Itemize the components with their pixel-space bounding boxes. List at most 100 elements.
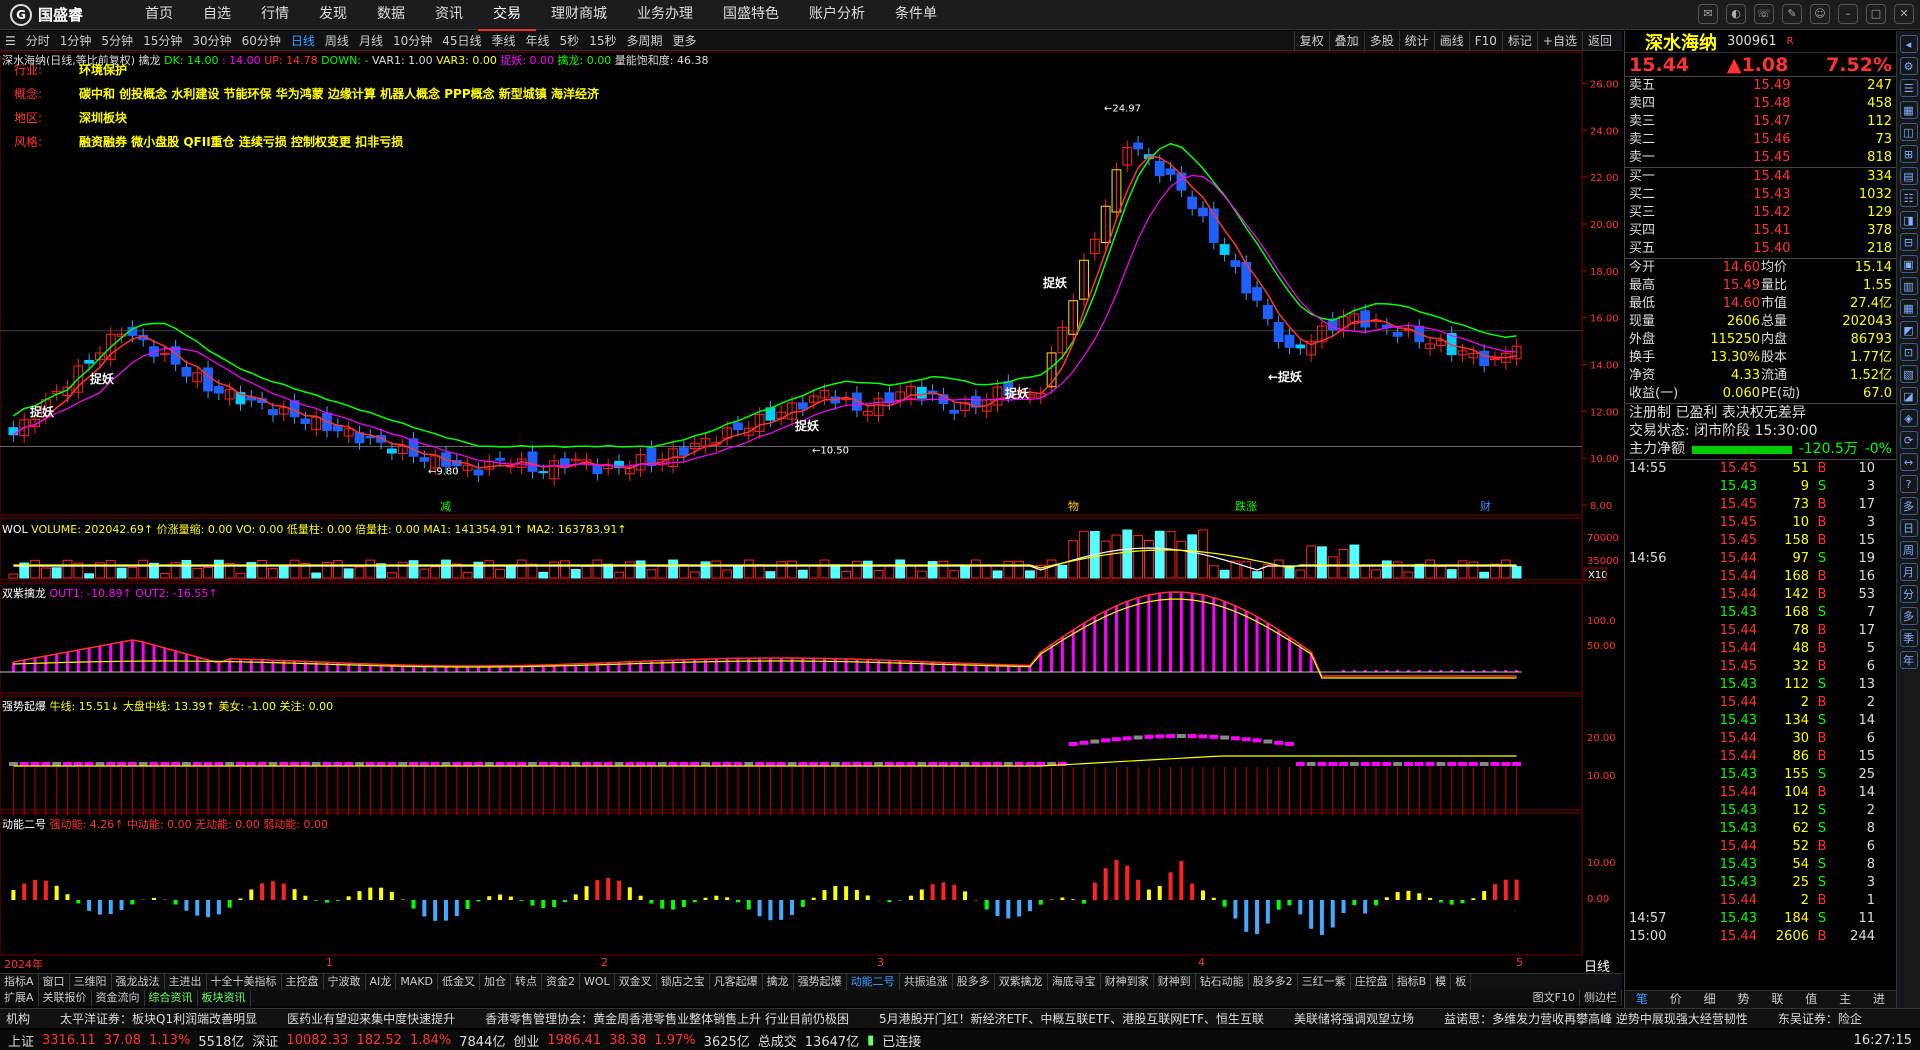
tool-5[interactable]: F10 bbox=[1468, 31, 1502, 51]
sz-index[interactable]: 10082.33 bbox=[286, 1033, 348, 1048]
sh-index[interactable]: 3316.11 bbox=[42, 1033, 96, 1048]
vtool-icon-25[interactable]: 分 bbox=[1899, 585, 1918, 603]
tick-tab-6[interactable]: 主 bbox=[1828, 991, 1862, 1008]
indicator-tab-3[interactable]: 强龙战法 bbox=[112, 974, 165, 990]
vtool-icon-19[interactable]: ↔ bbox=[1899, 453, 1918, 471]
indicator-tab-9[interactable]: MAKD bbox=[396, 974, 439, 990]
vtool-icon-27[interactable]: 季 bbox=[1899, 629, 1918, 647]
tool-6[interactable]: 标记 bbox=[1501, 31, 1537, 51]
indicator-tab-31[interactable]: 指标B bbox=[1393, 974, 1432, 990]
period-7[interactable]: 周线 bbox=[320, 32, 354, 49]
indicator-tab-6[interactable]: 主控盘 bbox=[282, 974, 324, 990]
asks-row[interactable]: 卖五 15.49 247 bbox=[1625, 77, 1896, 95]
message-icon[interactable]: ✉ bbox=[1698, 4, 1718, 24]
bids-row[interactable]: 买一 15.44 334 bbox=[1625, 168, 1896, 186]
indicator-tab-20[interactable]: 动能二号 bbox=[847, 974, 900, 990]
vtool-icon-2[interactable]: ☰ bbox=[1899, 79, 1918, 97]
indicator-tab-15[interactable]: 双金叉 bbox=[615, 974, 657, 990]
vtool-icon-3[interactable]: ▦ bbox=[1899, 101, 1918, 119]
asks-row[interactable]: 卖三 15.47 112 bbox=[1625, 113, 1896, 131]
menu-item-0[interactable]: 首页 bbox=[130, 0, 188, 31]
vtool-icon-26[interactable]: 多 bbox=[1899, 607, 1918, 625]
tool-1[interactable]: 叠加 bbox=[1328, 31, 1364, 51]
period-15[interactable]: 多周期 bbox=[621, 32, 667, 49]
tick-tab-2[interactable]: 细 bbox=[1693, 991, 1727, 1008]
menu-item-7[interactable]: 理财商城 bbox=[536, 0, 622, 31]
indicator-tab-5[interactable]: 十全十美指标 bbox=[207, 974, 282, 990]
vtool-icon-8[interactable]: ◨ bbox=[1899, 211, 1918, 229]
menu-item-11[interactable]: 条件单 bbox=[880, 0, 952, 31]
period-16[interactable]: 更多 bbox=[667, 32, 701, 49]
indicator-tab-18[interactable]: 擒龙 bbox=[763, 974, 794, 990]
tool-0[interactable]: 复权 bbox=[1293, 31, 1329, 51]
vtool-icon-20[interactable]: ? bbox=[1899, 475, 1918, 493]
menu-item-3[interactable]: 发现 bbox=[304, 0, 362, 31]
period-3[interactable]: 15分钟 bbox=[138, 32, 187, 49]
ext-tab-1[interactable]: 关联报价 bbox=[39, 990, 92, 1006]
period-1[interactable]: 1分钟 bbox=[55, 32, 97, 49]
ext-tab-2[interactable]: 资金流向 bbox=[92, 990, 145, 1006]
indicator-tab-29[interactable]: 三红一紫 bbox=[1298, 974, 1351, 990]
vtool-icon-11[interactable]: ▥ bbox=[1899, 277, 1918, 295]
app-logo[interactable]: G 国盛睿 bbox=[0, 3, 130, 26]
indicator-tab-23[interactable]: 双紫擒龙 bbox=[995, 974, 1048, 990]
ext-tab-4[interactable]: 板块资讯 bbox=[198, 990, 251, 1006]
period-12[interactable]: 年线 bbox=[521, 32, 555, 49]
news-item-7[interactable]: 东吴证券：险企 bbox=[1778, 1010, 1862, 1027]
phone-icon[interactable]: ☏ bbox=[1754, 4, 1774, 24]
indicator-tab-2[interactable]: 三维阳 bbox=[70, 974, 112, 990]
skin-icon[interactable]: ☺ bbox=[1810, 4, 1830, 24]
vtool-icon-28[interactable]: 年 bbox=[1899, 651, 1918, 669]
indicator-tab-33[interactable]: 板 bbox=[1451, 974, 1472, 990]
indicator-tab-27[interactable]: 钻石动能 bbox=[1196, 974, 1249, 990]
indicator-tab-4[interactable]: 主进出 bbox=[165, 974, 207, 990]
period-14[interactable]: 15秒 bbox=[584, 32, 621, 49]
vtool-icon-10[interactable]: ▣ bbox=[1899, 255, 1918, 273]
tool-7[interactable]: +自选 bbox=[1536, 31, 1582, 51]
period-0[interactable]: 分时 bbox=[21, 32, 55, 49]
menu-item-1[interactable]: 自选 bbox=[188, 0, 246, 31]
tick-tab-5[interactable]: 值 bbox=[1794, 991, 1828, 1008]
tool-4[interactable]: 画线 bbox=[1433, 31, 1469, 51]
period-8[interactable]: 月线 bbox=[354, 32, 388, 49]
ext-tab-6[interactable]: 侧边栏 bbox=[1580, 990, 1622, 1006]
indicator-tab-21[interactable]: 共振追涨 bbox=[900, 974, 953, 990]
tick-tab-1[interactable]: 价 bbox=[1659, 991, 1693, 1008]
bids-row[interactable]: 买三 15.42 129 bbox=[1625, 204, 1896, 222]
period-2[interactable]: 5分钟 bbox=[96, 32, 138, 49]
news-item-1[interactable]: 太平洋证券：板块Q1利润端改善明显 bbox=[60, 1010, 257, 1027]
news-item-6[interactable]: 益诺思：多维发力营收再攀高峰 逆势中展现强大经营韧性 bbox=[1444, 1010, 1748, 1027]
tick-tab-7[interactable]: 进 bbox=[1862, 991, 1896, 1008]
vtool-icon-1[interactable]: ⚙ bbox=[1899, 57, 1918, 75]
indicator-tab-26[interactable]: 财神到 bbox=[1154, 974, 1196, 990]
kline-chart[interactable]: 26.0024.0022.0020.0018.0016.0014.0012.00… bbox=[0, 51, 1622, 976]
vtool-icon-15[interactable]: ▧ bbox=[1899, 365, 1918, 383]
tick-tab-0[interactable]: 笔 bbox=[1625, 991, 1659, 1008]
tool-2[interactable]: 多股 bbox=[1363, 31, 1399, 51]
vtool-icon-22[interactable]: 日 bbox=[1899, 519, 1918, 537]
vtool-icon-9[interactable]: ⊟ bbox=[1899, 233, 1918, 251]
menu-item-10[interactable]: 账户分析 bbox=[794, 0, 880, 31]
period-13[interactable]: 5秒 bbox=[555, 32, 585, 49]
maximize-icon[interactable]: □ bbox=[1866, 4, 1886, 24]
asks-row[interactable]: 卖一 15.45 818 bbox=[1625, 149, 1896, 167]
vtool-icon-4[interactable]: ◫ bbox=[1899, 123, 1918, 141]
indicator-tab-22[interactable]: 股多多 bbox=[953, 974, 995, 990]
vtool-icon-12[interactable]: ▦ bbox=[1899, 299, 1918, 317]
indicator-tab-16[interactable]: 锁店之宝 bbox=[657, 974, 710, 990]
minimize-icon[interactable]: – bbox=[1838, 4, 1858, 24]
vtool-icon-7[interactable]: ☷ bbox=[1899, 189, 1918, 207]
bids-row[interactable]: 买四 15.41 378 bbox=[1625, 222, 1896, 240]
menu-item-5[interactable]: 资讯 bbox=[420, 0, 478, 31]
ext-tab-3[interactable]: 综合资讯 bbox=[145, 990, 198, 1006]
indicator-tab-24[interactable]: 海底寻宝 bbox=[1048, 974, 1101, 990]
news-item-3[interactable]: 香港零售管理协会：黄金周香港零售业整体销售上升 行业目前仍极困 bbox=[485, 1010, 849, 1027]
indicator-tab-0[interactable]: 指标A bbox=[0, 974, 39, 990]
vtool-icon-14[interactable]: ⊡ bbox=[1899, 343, 1918, 361]
vtool-icon-24[interactable]: 月 bbox=[1899, 563, 1918, 581]
tools-icon[interactable]: ✎ bbox=[1782, 4, 1802, 24]
indicator-tab-1[interactable]: 窗口 bbox=[39, 974, 70, 990]
vtool-icon-21[interactable]: 多 bbox=[1899, 497, 1918, 515]
indicator-tab-28[interactable]: 股多多2 bbox=[1249, 974, 1298, 990]
period-4[interactable]: 30分钟 bbox=[187, 32, 236, 49]
